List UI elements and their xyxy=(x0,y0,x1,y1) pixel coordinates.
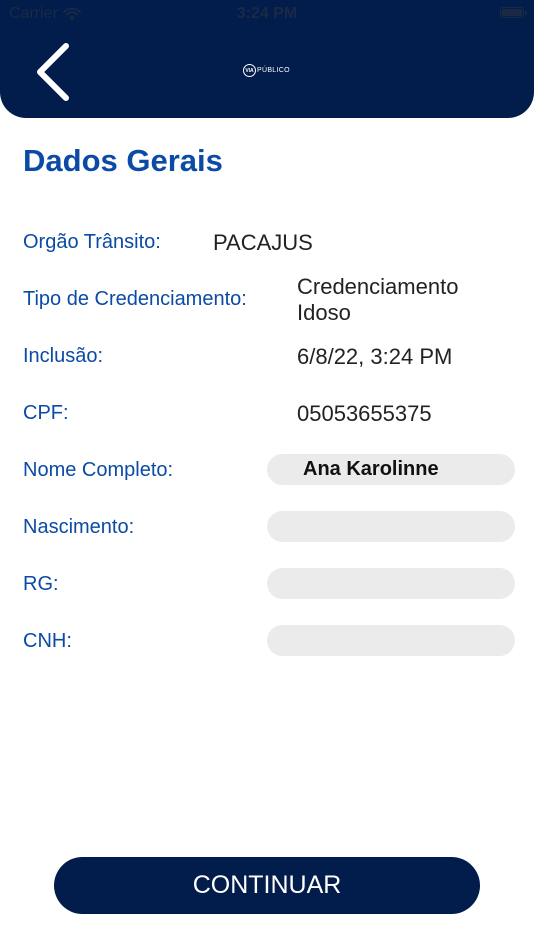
app-logo: VIA PÚBLICO xyxy=(243,64,290,77)
cnh-field[interactable] xyxy=(267,625,515,656)
chevron-left-icon xyxy=(37,43,69,101)
orgao-transito-label: Orgão Trânsito: xyxy=(23,231,161,253)
battery-icon xyxy=(500,7,527,18)
inclusao-label: Inclusão: xyxy=(23,345,104,367)
inclusao-value: 6/8/22, 3:24 PM xyxy=(297,344,453,369)
nascimento-label: Nascimento: xyxy=(23,516,135,538)
cpf-value: 05053655375 xyxy=(297,401,432,426)
tipo-credenciamento-line1: Credenciamento xyxy=(297,274,459,299)
tipo-credenciamento-label: Tipo de Credenciamento: xyxy=(23,288,247,310)
rg-field[interactable] xyxy=(267,568,515,599)
nome-completo-label: Nome Completo: xyxy=(23,459,174,481)
nascimento-field[interactable] xyxy=(267,511,515,542)
tipo-credenciamento-line2: Idoso xyxy=(297,300,351,325)
logo-mark: VIA xyxy=(243,64,256,77)
logo-text: PÚBLICO xyxy=(257,67,290,74)
orgao-transito-value: PACAJUS xyxy=(213,230,313,255)
cnh-label: CNH: xyxy=(23,630,72,652)
page-title: Dados Gerais xyxy=(23,143,223,178)
tipo-credenciamento-value: Credenciamento Idoso xyxy=(297,274,458,326)
app-header: Carrier 3:24 PM VIA PÚBLICO xyxy=(0,0,534,118)
back-button[interactable] xyxy=(30,42,78,102)
rg-label: RG: xyxy=(23,573,59,595)
continue-button[interactable]: CONTINUAR xyxy=(54,857,480,914)
cpf-label: CPF: xyxy=(23,402,69,424)
status-time: 3:24 PM xyxy=(236,5,298,22)
nome-completo-field[interactable]: Ana Karolinne xyxy=(267,454,515,485)
